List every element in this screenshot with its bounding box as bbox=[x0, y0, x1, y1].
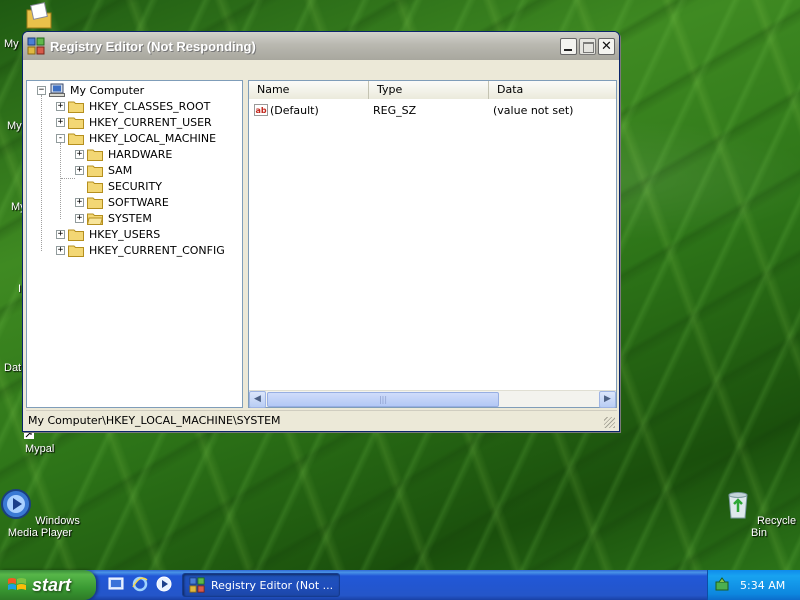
tree-node-label: HKEY_CURRENT_USER bbox=[89, 115, 212, 129]
folder-open-icon bbox=[68, 133, 84, 145]
registry-tree[interactable]: − My Computer + HKEY_CLASSES_ROOT + HKEY… bbox=[26, 80, 243, 408]
tree-guide-line bbox=[61, 178, 75, 179]
tree-node-label: SECURITY bbox=[108, 179, 162, 193]
folder-icon bbox=[87, 197, 103, 209]
expand-toggle[interactable]: + bbox=[56, 245, 65, 255]
scroll-left-button[interactable]: ◀ bbox=[249, 391, 266, 408]
tree-node-hardware[interactable]: + HARDWARE bbox=[75, 146, 173, 162]
expand-toggle[interactable]: + bbox=[75, 149, 84, 159]
resize-grip[interactable] bbox=[604, 417, 615, 428]
media-player-quicklaunch-icon[interactable] bbox=[156, 576, 172, 592]
computer-icon bbox=[49, 83, 65, 97]
values-list[interactable]: Name Type Data ab (Default) REG_SZ (valu… bbox=[248, 80, 617, 408]
expand-toggle[interactable]: + bbox=[56, 101, 65, 111]
desktop-icon-label: Mypal bbox=[25, 443, 55, 455]
expand-toggle[interactable]: + bbox=[56, 229, 65, 239]
tree-node-label: SAM bbox=[108, 163, 133, 177]
tree-node-hkey-classes-root[interactable]: + HKEY_CLASSES_ROOT bbox=[56, 98, 211, 114]
list-header: Name Type Data bbox=[249, 81, 616, 99]
desktop-icon-recycle-bin[interactable]: Recycle Bin bbox=[719, 488, 799, 539]
maximize-button[interactable] bbox=[579, 37, 596, 55]
tree-node-hkey-local-machine[interactable]: - HKEY_LOCAL_MACHINE bbox=[56, 130, 217, 146]
tree-node-software[interactable]: + SOFTWARE bbox=[75, 194, 170, 210]
tree-node-label: SOFTWARE bbox=[108, 195, 169, 209]
desktop-label-my-computer[interactable]: My bbox=[7, 120, 22, 132]
tree-node-hkey-users[interactable]: + HKEY_USERS bbox=[56, 226, 161, 242]
registry-editor-window[interactable]: Registry Editor (Not Responding) ✕ − My … bbox=[22, 31, 620, 432]
recycle-bin-icon bbox=[728, 492, 748, 519]
regedit-icon bbox=[189, 577, 205, 593]
folder-icon bbox=[87, 165, 103, 177]
safely-remove-hardware-icon[interactable] bbox=[714, 577, 730, 593]
tree-node-my-computer[interactable]: − My Computer bbox=[37, 82, 145, 98]
system-tray: 5:34 AM bbox=[707, 570, 800, 600]
tree-guide-line bbox=[60, 143, 61, 219]
list-item[interactable]: ab (Default) REG_SZ (value not set) bbox=[249, 102, 573, 118]
folder-icon bbox=[87, 149, 103, 161]
desktop-icon-mypal[interactable]: Mypal bbox=[0, 429, 78, 455]
tree-guide-line bbox=[41, 95, 42, 251]
status-path: My Computer\HKEY_LOCAL_MACHINE\SYSTEM bbox=[28, 414, 281, 427]
window-title: Registry Editor (Not Responding) bbox=[50, 38, 256, 54]
tree-node-hkey-current-config[interactable]: + HKEY_CURRENT_CONFIG bbox=[56, 242, 226, 258]
tree-node-hkey-current-user[interactable]: + HKEY_CURRENT_USER bbox=[56, 114, 213, 130]
expand-toggle[interactable]: + bbox=[75, 165, 84, 175]
ab-string-value-icon: ab bbox=[254, 104, 268, 116]
tree-node-sam[interactable]: + SAM bbox=[75, 162, 133, 178]
svg-text:ab: ab bbox=[256, 106, 267, 115]
windows-flag-icon bbox=[8, 578, 26, 590]
expand-toggle[interactable]: + bbox=[75, 197, 84, 207]
client-area: − My Computer + HKEY_CLASSES_ROOT + HKEY… bbox=[26, 80, 617, 408]
value-type: REG_SZ bbox=[373, 103, 417, 117]
media-player-icon bbox=[1, 489, 32, 519]
tree-node-label: HKEY_USERS bbox=[89, 227, 161, 241]
column-header-data[interactable]: Data bbox=[489, 81, 616, 99]
taskbar: start Registry Editor (Not ... 5:34 AM bbox=[0, 570, 800, 600]
expand-toggle[interactable]: + bbox=[56, 117, 65, 127]
desktop-label-data[interactable]: Dat bbox=[4, 362, 21, 374]
start-button[interactable]: start bbox=[0, 570, 96, 600]
scroll-thumb[interactable]: ||| bbox=[267, 392, 499, 407]
internet-explorer-icon[interactable] bbox=[132, 576, 148, 592]
value-data: (value not set) bbox=[493, 103, 574, 117]
column-header-name[interactable]: Name bbox=[249, 81, 369, 99]
folder-icon bbox=[68, 229, 84, 241]
tree-node-label: HKEY_CLASSES_ROOT bbox=[89, 99, 211, 113]
tree-node-security[interactable]: SECURITY bbox=[75, 178, 163, 194]
tree-node-label: HARDWARE bbox=[108, 147, 173, 161]
tree-node-label: SYSTEM bbox=[108, 211, 152, 225]
collapse-toggle[interactable]: - bbox=[56, 133, 65, 143]
expand-toggle[interactable]: + bbox=[75, 213, 84, 223]
minimize-button[interactable] bbox=[560, 37, 577, 55]
title-bar[interactable]: Registry Editor (Not Responding) ✕ bbox=[23, 32, 619, 60]
my-documents-icon[interactable] bbox=[24, 2, 54, 30]
show-desktop-icon[interactable] bbox=[108, 576, 124, 592]
regedit-icon bbox=[27, 37, 45, 55]
desktop-label-my-documents[interactable]: My bbox=[4, 38, 19, 50]
tree-node-system[interactable]: + SYSTEM bbox=[75, 210, 153, 226]
start-label: start bbox=[32, 574, 72, 595]
collapse-toggle[interactable]: − bbox=[37, 85, 46, 95]
taskbar-button-registry-editor[interactable]: Registry Editor (Not ... bbox=[182, 573, 340, 597]
desktop-label-internet[interactable]: I bbox=[18, 283, 21, 295]
tree-node-label: My Computer bbox=[70, 83, 145, 97]
value-name: (Default) bbox=[270, 103, 319, 117]
folder-icon bbox=[68, 245, 84, 257]
close-button[interactable]: ✕ bbox=[598, 37, 615, 55]
desktop-icon-windows-media-player[interactable]: Windows Media Player bbox=[0, 488, 80, 539]
tree-node-label: HKEY_CURRENT_CONFIG bbox=[89, 243, 225, 257]
scroll-right-button[interactable]: ▶ bbox=[599, 391, 616, 408]
status-bar: My Computer\HKEY_LOCAL_MACHINE\SYSTEM bbox=[26, 410, 617, 430]
folder-icon bbox=[87, 181, 103, 193]
clock[interactable]: 5:34 AM bbox=[740, 579, 785, 592]
desktop-icon-label: Recycle Bin bbox=[751, 515, 797, 539]
folder-open-icon bbox=[87, 213, 103, 225]
tree-node-label: HKEY_LOCAL_MACHINE bbox=[89, 131, 217, 145]
taskbar-button-label: Registry Editor (Not ... bbox=[211, 578, 334, 592]
folder-icon bbox=[68, 101, 84, 113]
folder-icon bbox=[68, 117, 84, 129]
no-toggle bbox=[75, 182, 84, 191]
column-header-type[interactable]: Type bbox=[369, 81, 489, 99]
horizontal-scrollbar[interactable]: ◀ ||| ▶ bbox=[249, 390, 616, 408]
